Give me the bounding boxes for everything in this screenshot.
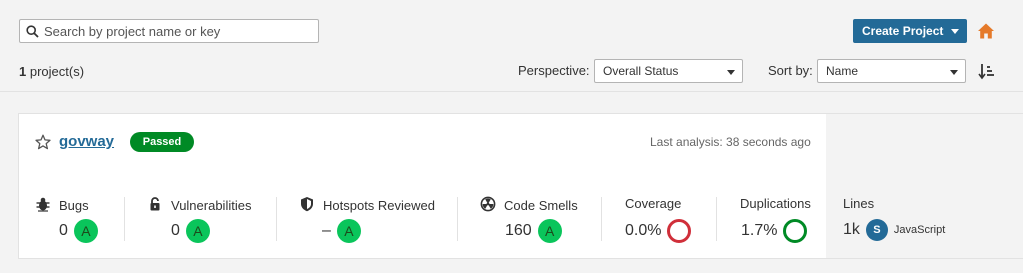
sort-select[interactable]: Name [817,59,966,83]
radiation-icon [480,196,496,215]
metric-divider [716,197,717,241]
search-box[interactable] [19,19,319,43]
hotspots-label: Hotspots Reviewed [323,198,435,213]
perspective-select[interactable]: Overall Status [594,59,743,83]
favorite-star-icon[interactable] [35,134,51,150]
perspective-value: Overall Status [603,64,679,78]
chevron-down-icon [951,29,959,34]
lines-value: 1k [843,221,860,238]
sort-value: Name [826,64,859,78]
code-smells-rating: A [537,219,562,243]
quality-gate-badge: Passed [130,132,194,152]
duplications-donut-icon [783,219,808,243]
code-smells-value-group[interactable]: 160 A [505,219,562,243]
code-smells-value: 160 [505,222,532,239]
duplications-value-group[interactable]: 1.7% [741,219,808,243]
hotspots-value-group[interactable]: – A [322,219,361,243]
lines-value-group: 1k S JavaScript [843,219,945,241]
shield-icon [299,196,315,215]
duplications-label-group: Duplications [740,196,811,211]
project-count: 1 project(s) [19,64,84,79]
vulnerabilities-label-group: Vulnerabilities [147,196,251,215]
coverage-value: 0.0% [625,222,662,239]
hotspots-rating: A [336,219,361,243]
duplications-value: 1.7% [741,222,778,239]
metric-divider [457,197,458,241]
sort-label: Sort by: [768,63,813,78]
code-smells-label: Code Smells [504,198,578,213]
hotspots-label-group: Hotspots Reviewed [299,196,435,215]
language-badge: S [865,219,888,241]
project-name-link[interactable]: govway [59,133,114,150]
bug-icon [35,196,51,215]
search-icon [20,20,44,42]
chevron-down-icon [950,70,958,75]
language-name: JavaScript [893,224,946,236]
coverage-value-group[interactable]: 0.0% [625,219,692,243]
create-project-button[interactable]: Create Project [853,19,967,43]
bugs-label: Bugs [59,198,89,213]
hotspots-value: – [322,222,331,239]
lines-label-group: Lines [843,196,874,211]
lock-icon [147,196,163,215]
metric-divider [601,197,602,241]
last-analysis-date: Last analysis: 38 seconds ago [650,135,811,149]
create-project-label: Create Project [862,24,944,38]
code-smells-label-group: Code Smells [480,196,578,215]
coverage-label-group: Coverage [625,196,681,211]
lines-label: Lines [843,196,875,211]
project-count-suffix: project(s) [26,64,85,79]
projects-header: Create Project 1 project(s) Perspective:… [0,0,1023,92]
bugs-value: 0 [59,222,68,239]
vulnerabilities-rating: A [185,219,210,243]
metric-divider [276,197,277,241]
chevron-down-icon [727,70,735,75]
search-input[interactable] [44,21,312,41]
bugs-value-group[interactable]: 0 A [59,219,98,243]
home-icon[interactable] [977,22,995,40]
vulnerabilities-value-group[interactable]: 0 A [171,219,210,243]
bugs-label-group: Bugs [35,196,89,215]
perspective-label: Perspective: [518,63,590,78]
vulnerabilities-value: 0 [171,222,180,239]
coverage-donut-icon [667,219,692,243]
coverage-label: Coverage [625,196,682,211]
sort-direction-icon[interactable] [978,62,996,80]
vulnerabilities-label: Vulnerabilities [171,198,252,213]
duplications-label: Duplications [740,196,811,211]
bugs-rating: A [73,219,98,243]
metric-divider [124,197,125,241]
